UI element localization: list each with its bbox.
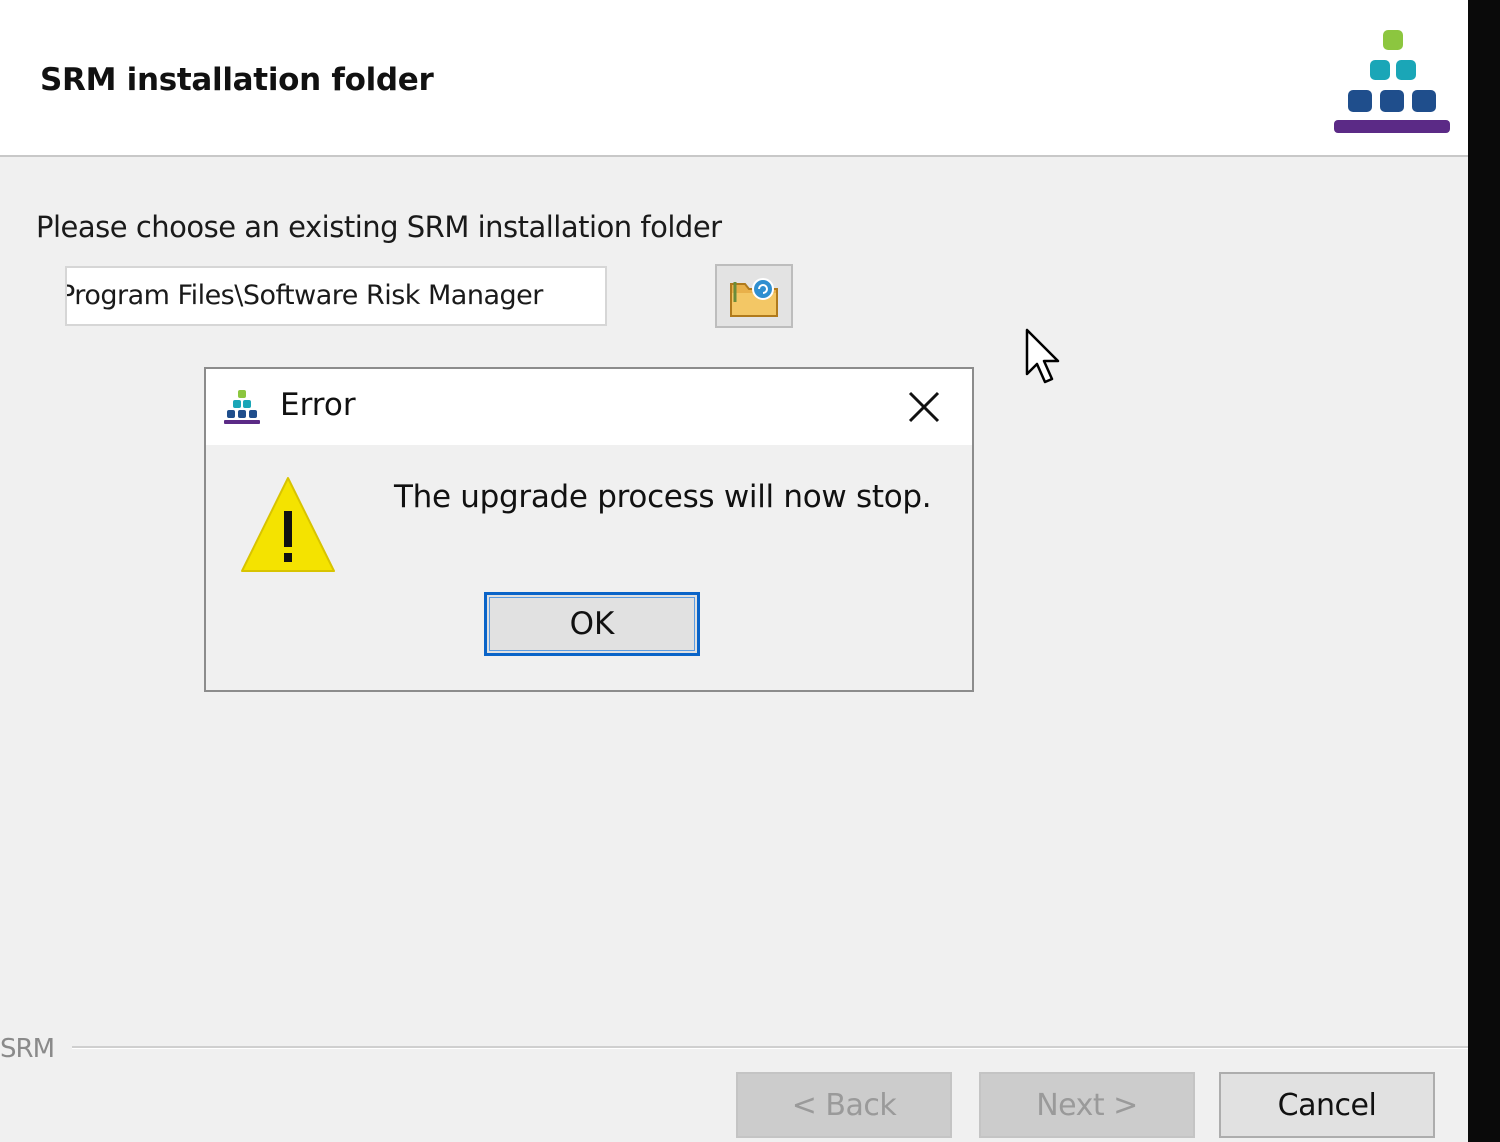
pyramid-logo-icon xyxy=(1334,30,1450,133)
close-icon[interactable] xyxy=(902,385,946,429)
error-message: The upgrade process will now stop. xyxy=(394,479,932,515)
wizard-header: SRM installation folder xyxy=(0,0,1468,157)
installer-window: SRM installation folder Please choose an… xyxy=(0,0,1468,1142)
error-dialog: Error The upgrade process will now stop.… xyxy=(204,367,974,692)
footer-divider xyxy=(72,1046,1468,1049)
warning-icon xyxy=(241,477,335,572)
dialog-title: Error xyxy=(280,387,356,423)
back-button[interactable]: < Back xyxy=(736,1072,952,1138)
dialog-titlebar[interactable]: Error xyxy=(206,369,972,445)
mouse-cursor-icon xyxy=(1025,328,1060,384)
page-title: SRM installation folder xyxy=(40,62,434,98)
next-button[interactable]: Next > xyxy=(979,1072,1195,1138)
folder-browse-icon xyxy=(730,278,778,317)
folder-prompt-label: Please choose an existing SRM installati… xyxy=(36,210,722,244)
pyramid-logo-icon xyxy=(224,390,260,424)
install-path-field[interactable]: Program Files\Software Risk Manager xyxy=(65,266,607,326)
screen-edge xyxy=(1468,0,1500,1142)
footer-brand-label: SRM xyxy=(0,1034,55,1064)
cancel-button[interactable]: Cancel xyxy=(1219,1072,1435,1138)
browse-folder-button[interactable] xyxy=(715,264,793,328)
ok-button[interactable]: OK xyxy=(484,592,700,656)
